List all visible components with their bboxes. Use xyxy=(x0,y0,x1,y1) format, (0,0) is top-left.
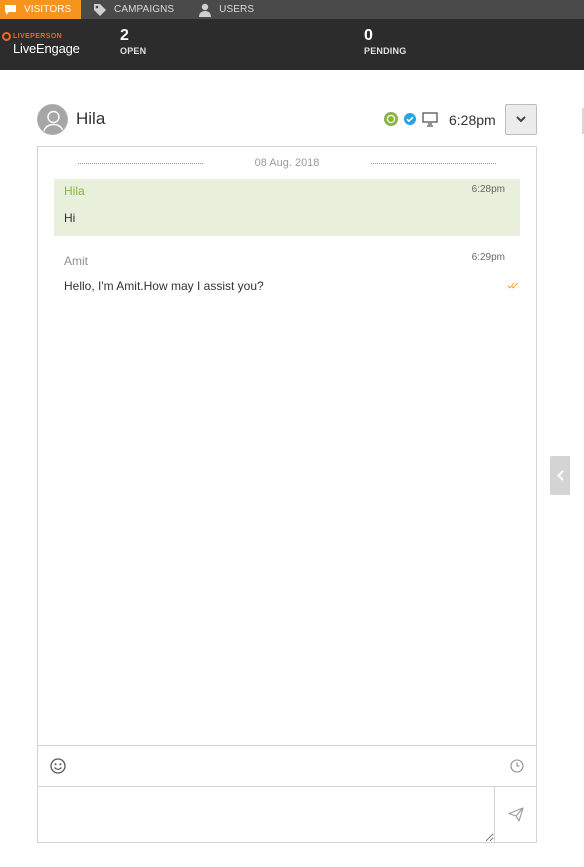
pending-label: PENDING xyxy=(364,46,407,56)
verified-check-icon xyxy=(404,113,416,125)
logo-company: LIVEPERSON xyxy=(13,33,63,40)
tab-campaigns-label: CAMPAIGNS xyxy=(114,4,175,15)
send-button[interactable] xyxy=(494,786,537,842)
message-text: Hi xyxy=(64,211,76,225)
clock-icon[interactable] xyxy=(510,759,524,773)
visitor-name: Hila xyxy=(76,109,106,128)
message-sender: Amit xyxy=(64,254,88,268)
side-panel-toggle[interactable] xyxy=(550,456,570,495)
logo-mark-icon xyxy=(2,32,11,41)
chat-bubble-icon xyxy=(4,3,17,17)
chat-header: Hila 6:28pm xyxy=(37,104,537,136)
visitor-message: Hila 6:28pm Hi xyxy=(54,179,520,236)
tab-visitors-label: VISITORS xyxy=(24,4,72,15)
top-nav: VISITORS CAMPAIGNS USERS xyxy=(0,0,584,19)
date-separator: 08 Aug. 2018 xyxy=(78,157,496,171)
tab-campaigns[interactable]: CAMPAIGNS xyxy=(81,0,184,19)
message-time: 6:29pm xyxy=(471,252,505,263)
message-text: Hello, I'm Amit.How may I assist you? xyxy=(64,279,264,293)
compose-area xyxy=(37,786,537,843)
send-icon xyxy=(508,806,524,822)
tab-visitors[interactable]: VISITORS xyxy=(0,0,81,19)
message-time: 6:28pm xyxy=(471,184,505,195)
header-time: 6:28pm xyxy=(449,112,496,128)
tab-users-label: USERS xyxy=(219,4,255,15)
person-icon xyxy=(38,105,67,134)
open-stat[interactable]: 2 OPEN xyxy=(120,26,146,56)
tag-icon xyxy=(93,3,107,17)
stats-bar: LIVEPERSON LiveEngage 2 OPEN 0 PENDING xyxy=(0,19,584,70)
options-dropdown-button[interactable] xyxy=(505,104,537,135)
chevron-left-icon xyxy=(556,470,564,481)
chat-transcript[interactable]: 08 Aug. 2018 Hila 6:28pm Hi Amit 6:29pm … xyxy=(37,146,537,746)
liveengage-logo: LIVEPERSON LiveEngage xyxy=(2,32,80,56)
agent-message: Amit 6:29pm Hello, I'm Amit.How may I as… xyxy=(54,247,520,297)
pending-count: 0 xyxy=(364,27,373,44)
tab-users[interactable]: USERS xyxy=(184,0,264,19)
message-sender: Hila xyxy=(64,184,85,198)
visitor-avatar xyxy=(37,104,68,135)
chevron-down-icon xyxy=(516,116,526,123)
visitor-status-icons xyxy=(383,111,438,127)
engagement-badge-icon xyxy=(384,112,398,126)
pending-stat[interactable]: 0 PENDING xyxy=(364,26,406,56)
read-receipt-icon xyxy=(507,282,518,289)
emoji-icon[interactable] xyxy=(50,758,66,774)
compose-toolbar xyxy=(37,745,537,787)
desktop-icon xyxy=(422,111,438,127)
message-input[interactable] xyxy=(38,786,494,842)
open-label: OPEN xyxy=(120,46,147,56)
logo-product: LiveEngage xyxy=(13,41,80,56)
open-count: 2 xyxy=(120,27,129,44)
user-icon xyxy=(198,3,212,17)
